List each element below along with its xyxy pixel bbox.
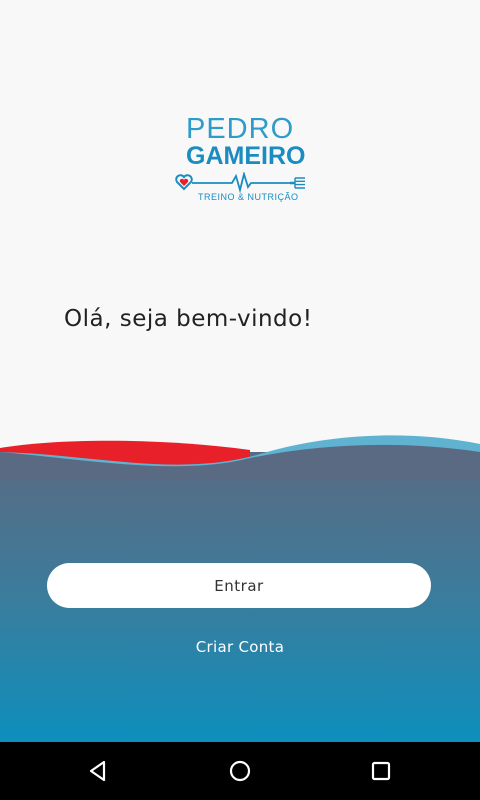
decorative-waves (0, 435, 480, 480)
welcome-greeting: Olá, seja bem-vindo! (64, 306, 313, 332)
logo-name-first: PEDRO (186, 113, 295, 145)
home-button[interactable] (220, 752, 260, 790)
logo-name-last: GAMEIRO (186, 142, 306, 170)
recents-button[interactable] (361, 752, 401, 790)
back-triangle-icon (89, 760, 106, 782)
system-navigation-bar (0, 742, 480, 800)
home-circle-icon (229, 760, 251, 782)
enter-button[interactable]: Entrar (47, 563, 431, 608)
back-button[interactable] (78, 752, 118, 790)
brand-logo: PEDRO GAMEIRO TREINO & NUTRIÇÃO (170, 110, 310, 210)
welcome-screen: PEDRO GAMEIRO TREINO & NUTRIÇÃO Olá, sej… (0, 0, 480, 800)
logo-tagline: TREINO & NUTRIÇÃO (198, 192, 299, 202)
heartbeat-fork-icon (175, 172, 305, 194)
create-account-link[interactable]: Criar Conta (140, 638, 340, 656)
recents-square-icon (371, 761, 391, 781)
